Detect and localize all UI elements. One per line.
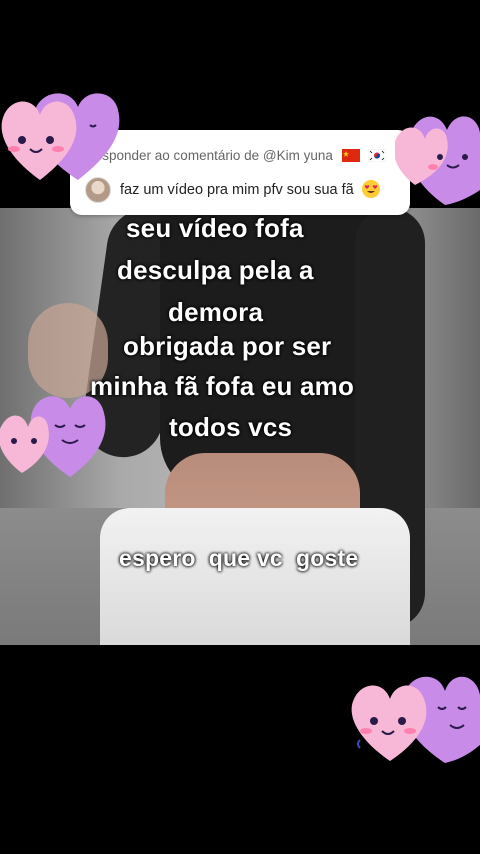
china-flag-icon: [341, 149, 360, 162]
caption-line-1: seu vídeo fofa: [126, 213, 304, 243]
reply-body-text: faz um vídeo pra mim pfv sou sua fã: [120, 182, 354, 198]
heart-sticker-top-left-icon: [1, 93, 120, 180]
heart-sticker-middle-left-icon: [0, 396, 106, 477]
reply-body: faz um vídeo pra mim pfv sou sua fã: [120, 180, 380, 198]
reply-header: Responder ao comentário de @Kim yuna: [85, 148, 387, 163]
caption-line-5: minha fã fofa eu amo: [90, 371, 355, 401]
white-pants: [100, 508, 410, 645]
caption-line-4: obrigada por ser: [123, 331, 332, 361]
korea-flag-icon: [368, 149, 387, 162]
heart-eyes-emoji-icon: [361, 180, 380, 198]
caption-line-3: demora: [168, 297, 264, 327]
caption-line-7: espero que vc goste: [119, 545, 359, 571]
heart-sticker-bottom-right-icon: [351, 676, 480, 763]
heart-sticker-top-right-icon: [395, 116, 480, 205]
caption-line-2: desculpa pela a: [117, 255, 314, 285]
caption-line-6: todos vcs: [169, 412, 293, 442]
